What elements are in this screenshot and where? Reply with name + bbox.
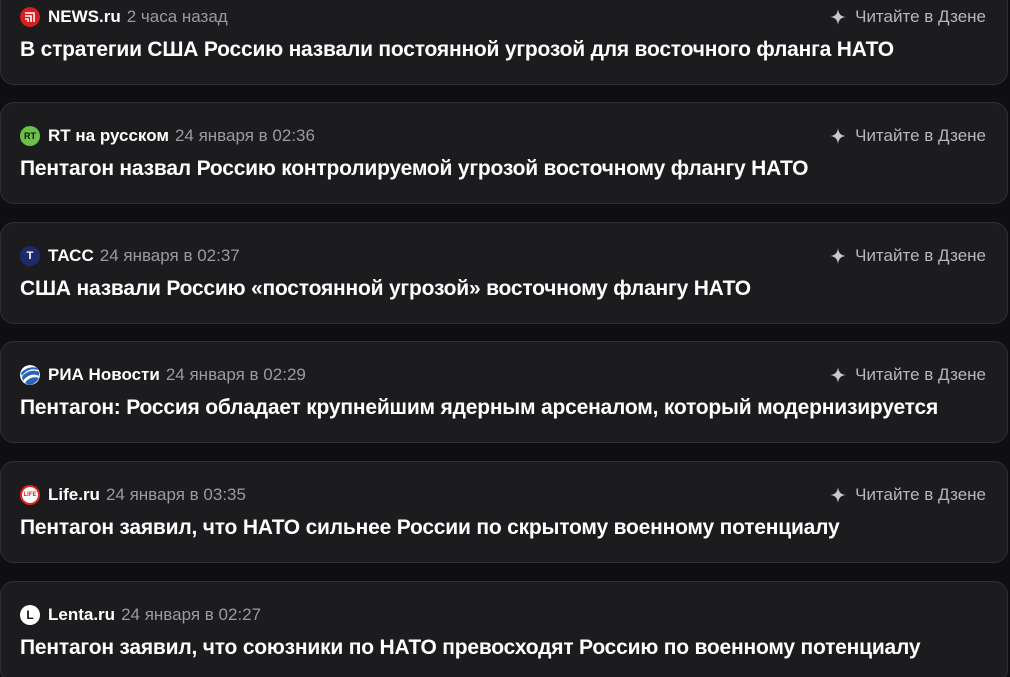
news-headline[interactable]: Пентагон: Россия обладает крупнейшим яде… — [20, 396, 987, 420]
read-in-dzen-label: Читайте в Дзене — [855, 126, 986, 145]
sparkle-icon — [830, 487, 847, 503]
card-meta: L Lenta.ru 24 января в 02:27 — [20, 605, 261, 625]
rt-logo-icon: RT — [20, 126, 40, 146]
ria-logo-icon — [20, 365, 40, 385]
card-meta: RT RT на русском 24 января в 02:36 — [20, 126, 315, 146]
read-in-dzen-label: Читайте в Дзене — [855, 246, 986, 265]
publish-time: 24 января в 02:37 — [99, 246, 240, 265]
read-in-dzen-link[interactable]: Читайте в Дзене — [830, 126, 986, 146]
tass-logo-icon: Т — [20, 246, 40, 266]
publish-time: 24 января в 02:29 — [165, 365, 306, 384]
news-card[interactable]: Т ТАСС 24 января в 02:37 Читайте в Дзене… — [0, 222, 1008, 324]
source-name[interactable]: NEWS.ru — [48, 7, 121, 27]
read-in-dzen-label: Читайте в Дзене — [855, 365, 986, 384]
news-card[interactable]: NEWS.ru 2 часа назад Читайте в Дзене В с… — [0, 0, 1008, 85]
source-name[interactable]: RT на русском — [48, 126, 169, 146]
news-headline[interactable]: Пентагон назвал Россию контролируемой уг… — [20, 157, 987, 181]
read-in-dzen-link[interactable]: Читайте в Дзене — [830, 7, 986, 27]
sparkle-icon — [830, 128, 847, 144]
news-headline[interactable]: США назвали Россию «постоянной угрозой» … — [20, 277, 987, 301]
news-card[interactable]: L Lenta.ru 24 января в 02:27 Пентагон за… — [0, 581, 1008, 677]
read-in-dzen-link[interactable]: Читайте в Дзене — [830, 246, 986, 266]
news-headline[interactable]: В стратегии США Россию назвали постоянно… — [20, 38, 987, 62]
news-card[interactable]: RT RT на русском 24 января в 02:36 Читай… — [0, 102, 1008, 204]
card-meta: РИА Новости 24 января в 02:29 — [20, 365, 306, 385]
sparkle-icon — [830, 248, 847, 264]
read-in-dzen-label: Читайте в Дзене — [855, 485, 986, 504]
news-card[interactable]: РИА Новости 24 января в 02:29 Читайте в … — [0, 341, 1008, 443]
read-in-dzen-link[interactable]: Читайте в Дзене — [830, 365, 986, 385]
sparkle-icon — [830, 367, 847, 383]
read-in-dzen-link[interactable]: Читайте в Дзене — [830, 485, 986, 505]
news-feed: NEWS.ru 2 часа назад Читайте в Дзене В с… — [0, 0, 1010, 677]
newsru-logo-icon — [20, 7, 40, 27]
source-name[interactable]: РИА Новости — [48, 365, 160, 385]
publish-time: 24 января в 03:35 — [105, 485, 246, 504]
sparkle-icon — [830, 9, 847, 25]
card-meta: LIFE Life.ru 24 января в 03:35 — [20, 485, 246, 505]
news-headline[interactable]: Пентагон заявил, что союзники по НАТО пр… — [20, 636, 987, 660]
read-in-dzen-label: Читайте в Дзене — [855, 7, 986, 26]
publish-time: 2 часа назад — [126, 7, 228, 26]
publish-time: 24 января в 02:27 — [121, 605, 262, 624]
card-meta: Т ТАСС 24 января в 02:37 — [20, 246, 240, 266]
news-card[interactable]: LIFE Life.ru 24 января в 03:35 Читайте в… — [0, 461, 1008, 563]
card-meta: NEWS.ru 2 часа назад — [20, 7, 228, 27]
source-name[interactable]: Life.ru — [48, 485, 100, 505]
lenta-logo-icon: L — [20, 605, 40, 625]
source-name[interactable]: Lenta.ru — [48, 605, 115, 625]
source-name[interactable]: ТАСС — [48, 246, 94, 266]
life-logo-icon: LIFE — [20, 485, 40, 505]
news-headline[interactable]: Пентагон заявил, что НАТО сильнее России… — [20, 516, 987, 540]
publish-time: 24 января в 02:36 — [174, 126, 315, 145]
